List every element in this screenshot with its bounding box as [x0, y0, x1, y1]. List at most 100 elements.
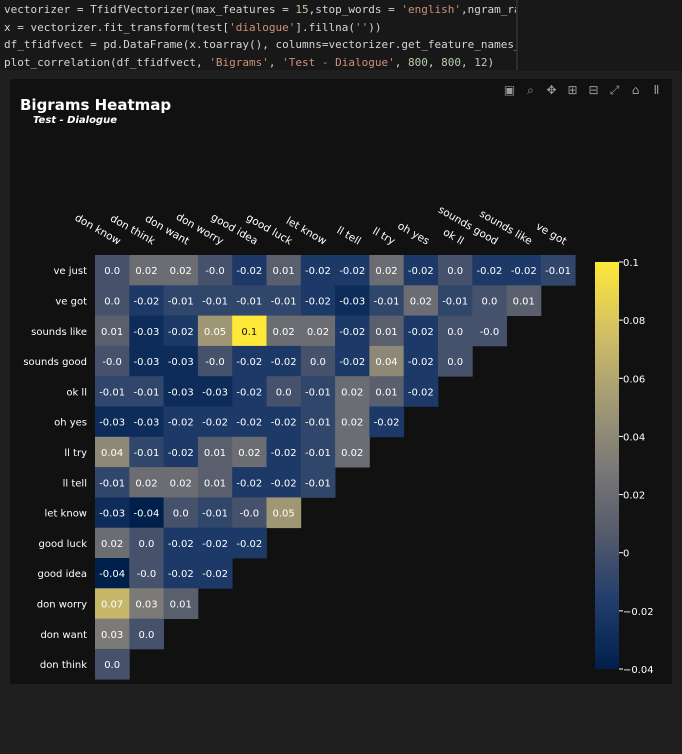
heatmap-cell-label: -0.0 — [137, 569, 157, 580]
y-tick-label: ve got — [55, 296, 87, 307]
code-line: x = vectorizer.fit_transform(test['dialo… — [4, 20, 382, 34]
heatmap-cell-label: -0.01 — [305, 448, 331, 459]
y-tick-label: good luck — [38, 539, 87, 550]
heatmap-cell-label: -0.01 — [99, 478, 125, 489]
y-tick-label: ve just — [54, 266, 88, 277]
heatmap-cell-label: -0.02 — [202, 418, 228, 429]
heatmap-cell-label: -0.02 — [236, 478, 262, 489]
heatmap-cell-label: -0.02 — [339, 357, 365, 368]
colorbar-tick-label: 0.1 — [623, 258, 639, 269]
heatmap-cell-label: 0.01 — [375, 387, 397, 398]
heatmap-cell-label: -0.02 — [408, 387, 434, 398]
heatmap-cell-label: -0.01 — [305, 418, 331, 429]
colorbar-tick-label: −0.02 — [623, 607, 654, 618]
y-tick-label: don worry — [37, 599, 87, 610]
code-line: vectorizer = TfidfVectorizer(max_feature… — [4, 3, 516, 16]
colorbar-tick-label: 0.08 — [623, 316, 645, 327]
colorbar-tick-label: 0.06 — [623, 374, 645, 385]
heatmap-cell-label: -0.03 — [168, 357, 194, 368]
heatmap-cell-label: 0.0 — [104, 660, 120, 671]
y-tick-label: sounds like — [31, 327, 87, 338]
heatmap-cell-label: 0.02 — [410, 296, 432, 307]
heatmap-cell-label: 0.0 — [447, 327, 463, 338]
x-tick-label: ll tell — [335, 224, 363, 247]
heatmap-cell-label: 0.0 — [481, 296, 497, 307]
heatmap-cell-label: -0.01 — [134, 387, 160, 398]
heatmap-cell-label: 0.01 — [204, 448, 226, 459]
heatmap-cell-label: -0.02 — [408, 266, 434, 277]
y-tick-label: let know — [45, 509, 87, 520]
heatmap-cell-label: 0.01 — [375, 327, 397, 338]
heatmap-cell-label: 0.02 — [135, 478, 157, 489]
heatmap-svg: 0.0 0.02 0.02 -0.0 -0.02 0.01 -0.02 -0.02 0.02 -0… — [23, 204, 654, 680]
heatmap-cell-label: -0.02 — [202, 539, 228, 550]
code-line: df_tfidfvect = pd.DataFrame(x.toarray(),… — [4, 38, 516, 51]
heatmap-cell-label: -0.01 — [374, 296, 400, 307]
y-tick-label: ll tell — [63, 478, 87, 489]
heatmap-cell-label: -0.02 — [271, 448, 297, 459]
heatmap-cell-label: -0.02 — [168, 448, 194, 459]
heatmap-cell-label: 0.02 — [170, 266, 192, 277]
heatmap-cell-label: 0.01 — [513, 296, 535, 307]
heatmap-cell-label: 0.0 — [104, 266, 120, 277]
heatmap-cell-label: -0.02 — [339, 327, 365, 338]
heatmap-cell-label: 0.02 — [375, 266, 397, 277]
heatmap-cell-label: -0.02 — [134, 296, 160, 307]
heatmap-cell-label: 0.0 — [138, 630, 154, 641]
heatmap-cell-label: -0.01 — [202, 509, 228, 520]
heatmap-cell-label: -0.01 — [305, 478, 331, 489]
x-tick-label: oh yes — [395, 220, 431, 248]
y-tick-label: good idea — [37, 569, 87, 580]
heatmap-cell-label: -0.03 — [99, 418, 125, 429]
heatmap-cell-label: -0.02 — [236, 418, 262, 429]
heatmap-cell-label: -0.0 — [240, 509, 260, 520]
heatmap-cell-label: -0.01 — [305, 387, 331, 398]
heatmap-cell-label: 0.0 — [447, 266, 463, 277]
heatmap-cell-label: -0.02 — [236, 266, 262, 277]
heatmap-cell-label: -0.02 — [202, 569, 228, 580]
heatmap-cell-label: -0.01 — [134, 448, 160, 459]
x-tick-label: ll try — [370, 225, 397, 247]
heatmap-cell-label: -0.02 — [511, 266, 537, 277]
heatmap-cell-label: -0.04 — [134, 509, 160, 520]
y-tick-label: sounds good — [23, 357, 87, 368]
heatmap-cell-label: 0.01 — [273, 266, 295, 277]
heatmap-cell-label: 0.02 — [307, 327, 329, 338]
heatmap-cell-label: -0.02 — [236, 387, 262, 398]
heatmap-cell-label: 0.04 — [375, 357, 397, 368]
heatmap-cell-label: 0.02 — [238, 448, 260, 459]
heatmap-cell-label: -0.02 — [374, 418, 400, 429]
y-tick-label: ok ll — [66, 387, 87, 398]
heatmap-cell-label: 0.0 — [310, 357, 326, 368]
colorbar-tick-label: 0 — [623, 549, 629, 560]
heatmap-cell-label: -0.02 — [168, 539, 194, 550]
heatmap-cell-label: -0.04 — [99, 569, 125, 580]
heatmap-cell-label: -0.02 — [339, 266, 365, 277]
y-tick-label: don want — [40, 630, 87, 641]
heatmap-cell-label: -0.03 — [134, 327, 160, 338]
code-cell[interactable]: vectorizer = TfidfVectorizer(max_feature… — [0, 0, 516, 70]
heatmap-cell-label: -0.02 — [477, 266, 503, 277]
heatmap-cell-label: 0.01 — [101, 327, 123, 338]
heatmap-cell-label: 0.02 — [341, 448, 363, 459]
heatmap-cell-label: 0.0 — [138, 539, 154, 550]
heatmap-cell-label: 0.05 — [273, 509, 295, 520]
heatmap-plot[interactable]: ▣ ⌕ ✥ ⊞ ⊟ ⤢ ⌂ Ⅱ Bigrams Heatmap Test - Dialogue… — [10, 79, 672, 684]
heatmap-cell-label: 0.03 — [101, 630, 123, 641]
heatmap-cell-label: -0.0 — [205, 266, 225, 277]
heatmap-cell-label: -0.02 — [271, 478, 297, 489]
code-line: plot_correlation(df_tfidfvect, 'Bigrams'… — [4, 55, 495, 69]
heatmap-cell-label: -0.03 — [339, 296, 365, 307]
heatmap-cell-label: -0.01 — [545, 266, 571, 277]
heatmap-cell-label: -0.03 — [168, 387, 194, 398]
heatmap-cell-label: 0.03 — [135, 599, 157, 610]
heatmap-cell-label: -0.0 — [205, 357, 225, 368]
heatmap-cell-label: -0.02 — [271, 418, 297, 429]
heatmap-cell-label: -0.01 — [442, 296, 468, 307]
heatmap-cell-label: 0.04 — [101, 448, 123, 459]
code-cell-divider — [516, 0, 518, 70]
heatmap-cell-label: 0.02 — [170, 478, 192, 489]
colorbar-tick-label: 0.04 — [623, 432, 645, 443]
colorbar — [595, 262, 619, 669]
heatmap-cell-label: -0.01 — [236, 296, 262, 307]
